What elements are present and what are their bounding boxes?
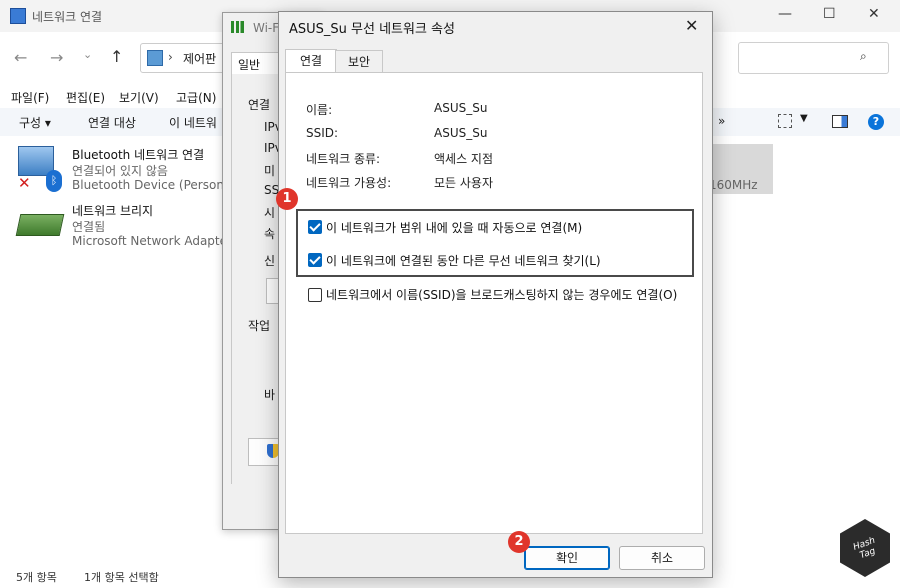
ok-button[interactable]: 확인 <box>524 546 610 570</box>
item-name: Bluetooth 네트워크 연결 <box>72 148 205 162</box>
connection-section-label: 연결 <box>248 98 271 112</box>
step-badge-1: 1 <box>276 188 298 210</box>
network-availability-value: 모든 사용자 <box>434 176 494 190</box>
item-device: Microsoft Network Adapter <box>72 234 224 248</box>
wifi-window-title: Wi-F <box>253 21 280 35</box>
minimize-icon[interactable]: — <box>778 6 792 22</box>
forward-arrow-icon[interactable]: → <box>50 48 63 67</box>
media-row: 미 <box>264 164 276 178</box>
search-icon: ⌕ <box>860 49 867 63</box>
up-arrow-icon[interactable]: ↑ <box>110 47 123 66</box>
connect-hidden-ssid-checkbox[interactable]: 네트워크에서 이름(SSID)을 브로드캐스팅하지 않는 경우에도 연결(O) <box>308 287 688 303</box>
name-value: ASUS_Su <box>434 101 488 115</box>
more-commands-chevron[interactable]: » <box>718 114 725 128</box>
item-status: 연결되어 있지 않음 <box>72 164 168 178</box>
list-item[interactable]: ✕ ᛒ Bluetooth 네트워크 연결 연결되어 있지 않음 Bluetoo… <box>18 144 228 196</box>
bluetooth-icon: ᛒ <box>46 170 62 192</box>
network-folder-icon <box>10 8 26 24</box>
hashtag-watermark-logo: Hash Tag <box>840 519 890 577</box>
dialog-title: ASUS_Su 무선 네트워크 속성 <box>289 22 455 37</box>
network-type-value: 액세스 지점 <box>434 152 494 166</box>
duration-row: 시 <box>264 206 276 220</box>
item-device: Bluetooth Device (Personal A <box>72 178 224 192</box>
name-label: 이름: <box>306 103 333 117</box>
recent-chevron-icon[interactable]: ⌄ <box>83 48 92 61</box>
search-other-networks-checkbox[interactable]: 이 네트워크에 연결된 동안 다른 무선 네트워크 찾기(L) <box>308 252 601 269</box>
network-command-button[interactable]: 이 네트워 <box>169 114 217 131</box>
checkbox-checked[interactable] <box>308 220 322 234</box>
checkbox-checked[interactable] <box>308 253 322 267</box>
view-dropdown-icon[interactable]: ▼ <box>800 113 808 124</box>
preview-pane-icon[interactable] <box>832 115 848 128</box>
menu-advanced[interactable]: 고급(N) <box>176 89 216 106</box>
step-badge-2: 2 <box>508 531 530 553</box>
wireless-properties-dialog: ASUS_Su 무선 네트워크 속성 ✕ 연결 보안 이름: ASUS_Su S… <box>278 11 713 578</box>
tab-connection[interactable]: 연결 <box>285 49 337 74</box>
item-count: 5개 항목 <box>16 571 57 584</box>
network-bridge-icon <box>15 214 65 236</box>
wifi-band-text: 160MHz <box>709 178 758 192</box>
connection-panel: 이름: ASUS_Su SSID: ASUS_Su 네트워크 종류: 액세스 지… <box>285 72 703 534</box>
list-item[interactable]: 네트워크 브리지 연결됨 Microsoft Network Adapter <box>15 200 228 252</box>
bytes-row: 바 <box>264 388 276 402</box>
selected-count: 1개 항목 선택함 <box>84 571 159 584</box>
view-options-icon[interactable] <box>778 114 792 128</box>
selected-wifi-item[interactable]: 160MHz <box>707 144 773 194</box>
close-icon[interactable]: ✕ <box>868 6 880 22</box>
breadcrumb-separator-icon: › <box>168 50 173 64</box>
search-box[interactable]: ⌕ <box>738 42 889 74</box>
menu-file[interactable]: 파일(F) <box>11 89 49 106</box>
breadcrumb-control-panel[interactable]: 제어판 <box>183 50 216 67</box>
maximize-icon[interactable]: ☐ <box>823 6 836 22</box>
ssid-value: ASUS_Su <box>434 126 488 140</box>
explorer-title: 네트워크 연결 <box>32 10 103 24</box>
cancel-button[interactable]: 취소 <box>619 546 705 570</box>
help-icon[interactable]: ? <box>868 114 884 130</box>
item-name: 네트워크 브리지 <box>72 204 154 218</box>
menu-edit[interactable]: 편집(E) <box>66 89 105 106</box>
back-arrow-icon[interactable]: ← <box>14 48 27 67</box>
activity-section-label: 작업 <box>248 319 271 333</box>
wifi-signal-icon <box>231 21 247 33</box>
menu-view[interactable]: 보기(V) <box>119 89 159 106</box>
item-status: 연결됨 <box>72 220 106 234</box>
signal-row: 신 <box>264 254 276 268</box>
network-type-label: 네트워크 종류: <box>306 152 381 166</box>
checkbox-unchecked[interactable] <box>308 288 322 302</box>
speed-row: 속 <box>264 227 276 241</box>
disconnected-x-icon: ✕ <box>18 174 31 192</box>
connect-to-button[interactable]: 연결 대상 <box>88 114 136 131</box>
tab-security[interactable]: 보안 <box>335 50 383 74</box>
network-availability-label: 네트워크 가용성: <box>306 176 392 190</box>
auto-connect-checkbox[interactable]: 이 네트워크가 범위 내에 있을 때 자동으로 연결(M) <box>308 219 582 236</box>
control-panel-icon <box>147 50 163 66</box>
close-icon[interactable]: ✕ <box>685 16 698 35</box>
address-bar[interactable]: › 제어판 <box>140 43 232 73</box>
organize-button[interactable]: 구성 ▾ <box>19 114 51 131</box>
ssid-label: SSID: <box>306 126 339 140</box>
